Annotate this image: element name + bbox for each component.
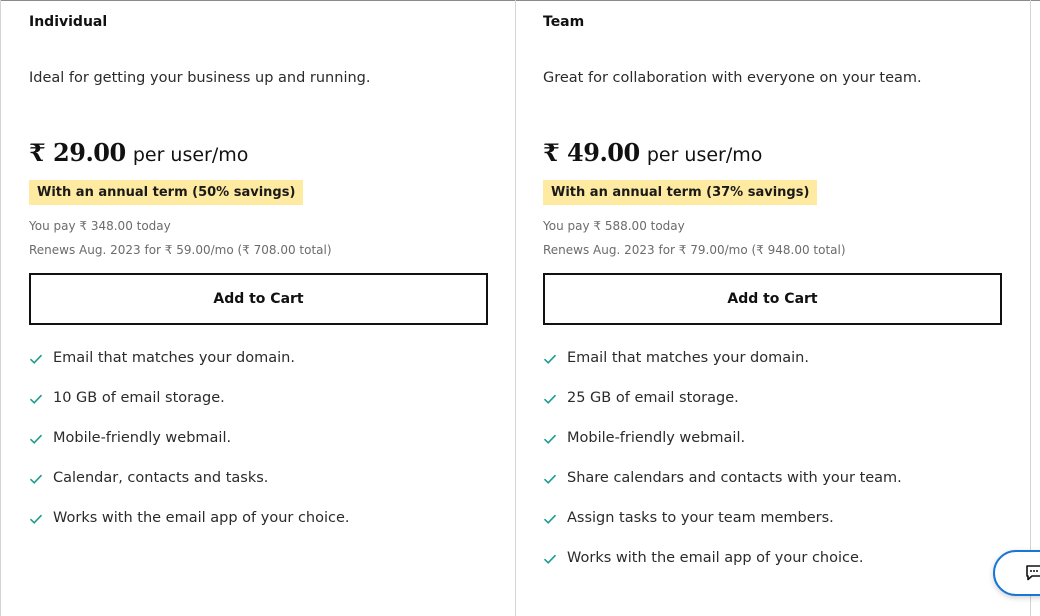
feature-text: Calendar, contacts and tasks. <box>53 470 269 486</box>
plan-price: ₹ 49.00 <box>543 138 640 167</box>
feature-item: Mobile-friendly webmail. <box>29 430 350 470</box>
plan-title: Team <box>543 14 585 30</box>
left-divider <box>0 0 1 616</box>
feature-text: 25 GB of email storage. <box>567 390 739 406</box>
you-pay-text: You pay ₹ 348.00 today <box>29 219 171 233</box>
feature-text: Mobile-friendly webmail. <box>567 430 746 446</box>
feature-text: Mobile-friendly webmail. <box>53 430 232 446</box>
price-row: ₹ 29.00 per user/mo <box>29 138 248 167</box>
chat-button[interactable] <box>993 550 1040 596</box>
plan-price: ₹ 29.00 <box>29 138 126 167</box>
you-pay-text: You pay ₹ 588.00 today <box>543 219 685 233</box>
chat-icon <box>1026 565 1040 581</box>
check-icon <box>543 434 557 444</box>
feature-item: Works with the email app of your choice. <box>29 510 350 550</box>
savings-badge: With an annual term (37% savings) <box>543 180 818 205</box>
price-unit: per user/mo <box>646 144 763 166</box>
feature-list: Email that matches your domain. 10 GB of… <box>29 350 350 550</box>
plan-description: Ideal for getting your business up and r… <box>29 70 371 86</box>
check-icon <box>29 434 43 444</box>
check-icon <box>543 554 557 564</box>
check-icon <box>543 514 557 524</box>
renewal-text: Renews Aug. 2023 for ₹ 79.00/mo (₹ 948.0… <box>543 243 846 257</box>
feature-item: Calendar, contacts and tasks. <box>29 470 350 510</box>
feature-item: Mobile-friendly webmail. <box>543 430 902 470</box>
feature-text: Assign tasks to your team members. <box>567 510 834 526</box>
feature-item: Share calendars and contacts with your t… <box>543 470 902 510</box>
check-icon <box>543 354 557 364</box>
savings-badge: With an annual term (50% savings) <box>29 180 304 205</box>
feature-item: 25 GB of email storage. <box>543 390 902 430</box>
check-icon <box>29 354 43 364</box>
price-unit: per user/mo <box>132 144 249 166</box>
add-to-cart-button[interactable]: Add to Cart <box>29 273 488 325</box>
feature-text: 10 GB of email storage. <box>53 390 225 406</box>
feature-text: Works with the email app of your choice. <box>53 510 350 526</box>
renewal-text: Renews Aug. 2023 for ₹ 59.00/mo (₹ 708.0… <box>29 243 332 257</box>
feature-item: Email that matches your domain. <box>543 350 902 390</box>
feature-text: Email that matches your domain. <box>53 350 295 366</box>
feature-text: Share calendars and contacts with your t… <box>567 470 902 486</box>
check-icon <box>29 394 43 404</box>
check-icon <box>543 394 557 404</box>
plan-card-individual: Individual Ideal for getting your busine… <box>29 0 499 616</box>
right-divider <box>1030 0 1031 616</box>
plan-description: Great for collaboration with everyone on… <box>543 70 922 86</box>
feature-item: 10 GB of email storage. <box>29 390 350 430</box>
feature-item: Works with the email app of your choice. <box>543 550 902 590</box>
check-icon <box>29 514 43 524</box>
plan-card-team: Team Great for collaboration with everyo… <box>543 0 1013 616</box>
feature-text: Email that matches your domain. <box>567 350 809 366</box>
check-icon <box>543 474 557 484</box>
check-icon <box>29 474 43 484</box>
plan-divider <box>515 0 516 616</box>
feature-item: Assign tasks to your team members. <box>543 510 902 550</box>
add-to-cart-button[interactable]: Add to Cart <box>543 273 1002 325</box>
plan-title: Individual <box>29 14 108 30</box>
price-row: ₹ 49.00 per user/mo <box>543 138 762 167</box>
feature-list: Email that matches your domain. 25 GB of… <box>543 350 902 590</box>
feature-text: Works with the email app of your choice. <box>567 550 864 566</box>
feature-item: Email that matches your domain. <box>29 350 350 390</box>
